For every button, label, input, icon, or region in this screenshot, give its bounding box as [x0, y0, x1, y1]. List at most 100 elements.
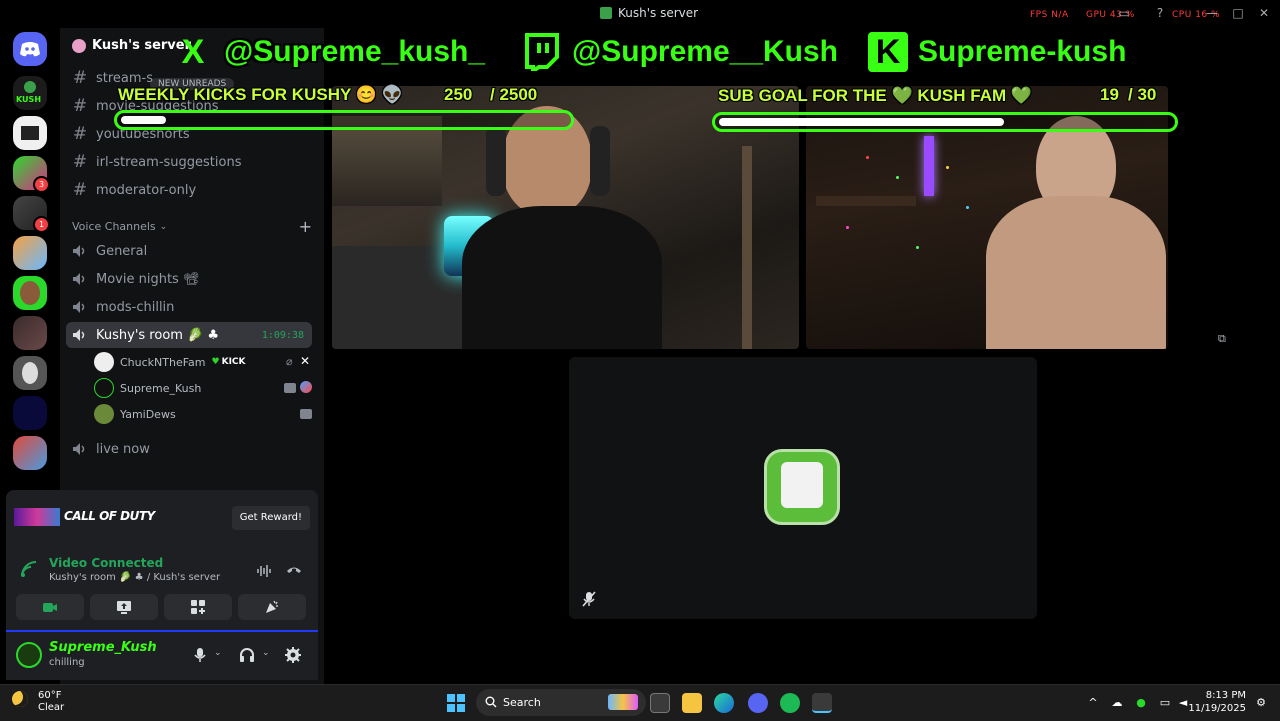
- connection-location[interactable]: Kushy's room 🥬 ♣ / Kush's server: [49, 572, 220, 583]
- promo-banner[interactable]: CALL OF DUTY Get Reward!: [6, 490, 318, 546]
- system-clock[interactable]: 8:13 PM 11/19/2025: [1188, 689, 1246, 715]
- network-icon[interactable]: ▭: [1158, 696, 1172, 710]
- weather-widget[interactable]: 60°F Clear: [38, 690, 64, 714]
- active-app-icon[interactable]: [812, 693, 832, 713]
- speaker-icon: [73, 301, 85, 313]
- unread-badge: 3: [33, 176, 50, 193]
- server-icon-9[interactable]: [13, 396, 47, 430]
- moon-icon: [12, 691, 28, 707]
- voice-participant-card[interactable]: [569, 357, 1037, 619]
- discord-home-icon[interactable]: [13, 32, 47, 66]
- kicks-goal-target: / 2500: [490, 85, 538, 104]
- voice-channel-mods-chillin[interactable]: mods-chillin: [72, 294, 312, 320]
- notifications-icon[interactable]: ⚙: [1254, 696, 1268, 710]
- screen-share-button[interactable]: [90, 594, 158, 620]
- task-view-icon[interactable]: [650, 693, 670, 713]
- disconnect-icon[interactable]: [286, 564, 302, 576]
- help-icon[interactable]: ?: [1152, 6, 1168, 20]
- windows-start-icon[interactable]: [446, 693, 466, 713]
- file-explorer-icon[interactable]: [682, 693, 702, 713]
- camera-icon: [284, 383, 296, 393]
- tray-overflow-icon[interactable]: ^: [1086, 696, 1100, 710]
- social-kick: K Supreme-kush: [868, 28, 1126, 76]
- user-status[interactable]: chilling: [49, 657, 85, 668]
- signal-icon: [21, 561, 37, 577]
- channel-irl-stream-suggestions[interactable]: # irl-stream-suggestions: [72, 149, 312, 175]
- user-panel: Supreme_Kush chilling ⌄ ⌄: [6, 630, 318, 680]
- voice-channels-header[interactable]: Voice Channels ⌄ +: [72, 217, 312, 236]
- channel-moderator-only[interactable]: # moderator-only: [72, 177, 312, 203]
- voice-channel-movie-nights[interactable]: Movie nights 📽: [72, 266, 312, 292]
- sub-goal-fill: [719, 118, 1004, 126]
- speaker-icon: [73, 273, 85, 285]
- activities-button[interactable]: [164, 594, 232, 620]
- voice-channel-live-now[interactable]: live now: [72, 436, 312, 462]
- voice-connection-panel: Video Connected Kushy's room 🥬 ♣ / Kush'…: [6, 546, 318, 630]
- avatar: [94, 404, 114, 424]
- kick-icon: K: [868, 32, 908, 72]
- fps-readout: FPS N/A: [1030, 10, 1069, 20]
- avatar: [94, 378, 114, 398]
- server-icon-7[interactable]: [13, 316, 47, 350]
- close-button[interactable]: ✕: [1256, 6, 1272, 20]
- taskbar-search[interactable]: Search: [476, 689, 646, 716]
- voice-member-supreme-kush[interactable]: Supreme_Kush: [94, 377, 314, 399]
- windows-taskbar: 60°F Clear Search ^ ☁ ● ▭ ◄ 8:13 PM 11/1…: [0, 684, 1280, 721]
- username[interactable]: Supreme_Kush: [49, 640, 157, 655]
- participant-avatar: [764, 449, 840, 525]
- add-channel-icon[interactable]: +: [299, 217, 312, 236]
- chevron-down-icon[interactable]: ⌄: [262, 648, 270, 658]
- get-reward-button[interactable]: Get Reward!: [231, 506, 310, 530]
- server-icon-10[interactable]: [13, 436, 47, 470]
- hash-icon: #: [72, 96, 88, 116]
- noise-suppression-icon[interactable]: [256, 564, 272, 578]
- voice-channel-general[interactable]: General: [72, 238, 312, 264]
- call-timer: 1:09:38: [261, 329, 304, 341]
- hash-icon: #: [72, 124, 88, 144]
- minimize-button[interactable]: —: [1204, 6, 1220, 20]
- spotify-icon[interactable]: [780, 693, 800, 713]
- connection-status[interactable]: Video Connected: [49, 556, 163, 570]
- camera-button[interactable]: [16, 594, 84, 620]
- x-icon: X: [181, 32, 205, 71]
- inbox-icon[interactable]: ▭: [1116, 6, 1132, 20]
- gear-icon[interactable]: [284, 646, 302, 664]
- social-twitch: @Supreme__Kush: [520, 28, 838, 76]
- voice-member-yamidews[interactable]: YamiDews: [94, 403, 314, 425]
- sub-goal-current: 19: [1100, 85, 1119, 104]
- speaker-icon: [73, 245, 85, 257]
- kick-badge: ♥ KICK: [211, 357, 246, 367]
- crossed-swords-icon: ✕: [300, 354, 311, 368]
- headphones-icon[interactable]: [238, 646, 256, 664]
- discord-taskbar-icon[interactable]: [748, 693, 768, 713]
- sub-goal-label: SUB GOAL FOR THE 💚 KUSH FAM 💚: [718, 86, 1033, 105]
- muted-mic-icon: ⌀: [286, 355, 293, 368]
- user-avatar[interactable]: [16, 642, 42, 668]
- speaker-icon: [73, 443, 85, 455]
- social-x: X @Supreme_kush_: [172, 28, 485, 76]
- onedrive-icon[interactable]: ☁: [1110, 696, 1124, 710]
- hash-icon: #: [72, 152, 88, 172]
- soundboard-icon: [266, 600, 278, 613]
- social-handle: Supreme-kush: [918, 35, 1127, 68]
- muted-mic-icon: [582, 591, 596, 607]
- voice-member-chuckntefam[interactable]: ChuckNTheFam ♥ KICK ⌀ ✕: [94, 351, 314, 373]
- twitch-icon: [520, 31, 562, 73]
- voice-channel-kushys-room[interactable]: Kushy's room 🥬 ♣ 1:09:38: [66, 322, 312, 348]
- microphone-icon[interactable]: [191, 646, 209, 664]
- soundboard-button[interactable]: [238, 594, 306, 620]
- popout-icon[interactable]: ⧉: [1218, 332, 1236, 346]
- unread-badge: 1: [33, 216, 50, 233]
- avatar: [94, 352, 114, 372]
- server-icon-5[interactable]: [13, 236, 47, 270]
- edge-icon[interactable]: [714, 693, 734, 713]
- server-icon-6[interactable]: [13, 276, 47, 310]
- promo-logo: CALL OF DUTY: [64, 509, 155, 523]
- server-kush-icon[interactable]: KUSH: [13, 76, 47, 110]
- server-icon-2[interactable]: [13, 116, 47, 150]
- server-icon-8[interactable]: [13, 356, 47, 390]
- chevron-down-icon[interactable]: ⌄: [214, 648, 222, 658]
- mic-in-use-icon[interactable]: ●: [1134, 696, 1148, 710]
- speaker-icon: [73, 329, 85, 341]
- maximize-button[interactable]: □: [1230, 6, 1246, 20]
